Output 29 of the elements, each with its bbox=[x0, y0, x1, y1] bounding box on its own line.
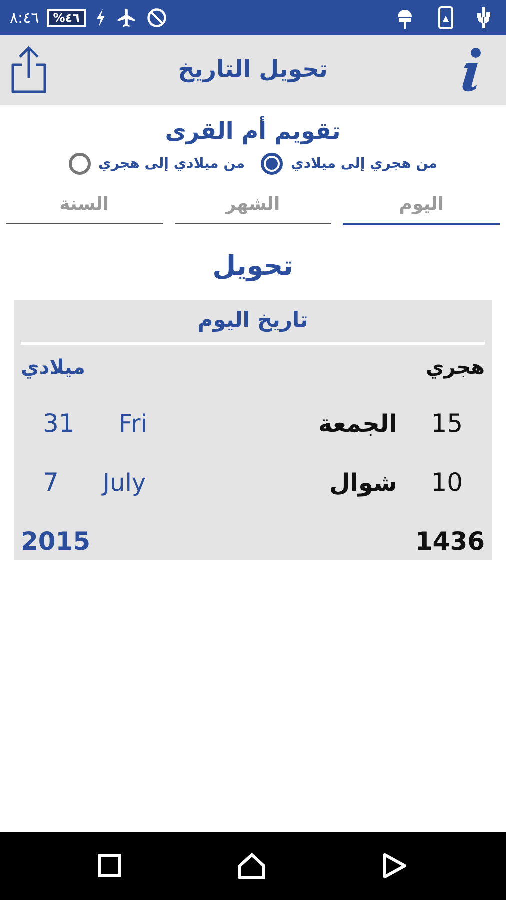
month-name: شوال bbox=[329, 468, 398, 496]
app-title: تحويل التاريخ bbox=[178, 57, 328, 83]
phone-image-icon bbox=[438, 6, 454, 30]
home-icon[interactable] bbox=[236, 852, 267, 880]
month-name: July bbox=[102, 468, 146, 496]
input-field[interactable]: السنة bbox=[6, 185, 163, 224]
month-number: 10 bbox=[431, 468, 463, 497]
day-number: 31 bbox=[43, 409, 75, 438]
column-header: ميلادي bbox=[21, 355, 86, 379]
convert-button[interactable]: تحويل bbox=[202, 247, 304, 286]
weekday-name: Fri bbox=[118, 410, 148, 438]
month-number: 7 bbox=[43, 468, 59, 497]
share-icon[interactable] bbox=[10, 45, 48, 95]
battery-indicator: %٤٦ bbox=[47, 8, 86, 26]
card-title: تاريخ اليوم bbox=[198, 308, 308, 332]
direction-option[interactable]: من هجري إلى ميلادي bbox=[261, 153, 438, 175]
year-number: 2015 bbox=[21, 527, 91, 556]
input-field[interactable]: الشهر bbox=[174, 185, 332, 224]
do-not-disturb-icon bbox=[146, 6, 168, 28]
airplane-icon bbox=[116, 6, 138, 28]
weekday-name: الجمعة bbox=[318, 410, 398, 438]
year-number: 1436 bbox=[415, 527, 485, 556]
recent-apps-icon[interactable] bbox=[98, 854, 122, 878]
day-number: 15 bbox=[431, 409, 463, 438]
back-icon[interactable] bbox=[382, 852, 408, 880]
input-field[interactable]: اليوم bbox=[343, 185, 500, 225]
direction-option[interactable]: من ميلادي إلى هجري bbox=[68, 153, 245, 175]
clock-time: ٨:٤٦ bbox=[10, 8, 40, 26]
column-header: هجري bbox=[426, 355, 485, 379]
